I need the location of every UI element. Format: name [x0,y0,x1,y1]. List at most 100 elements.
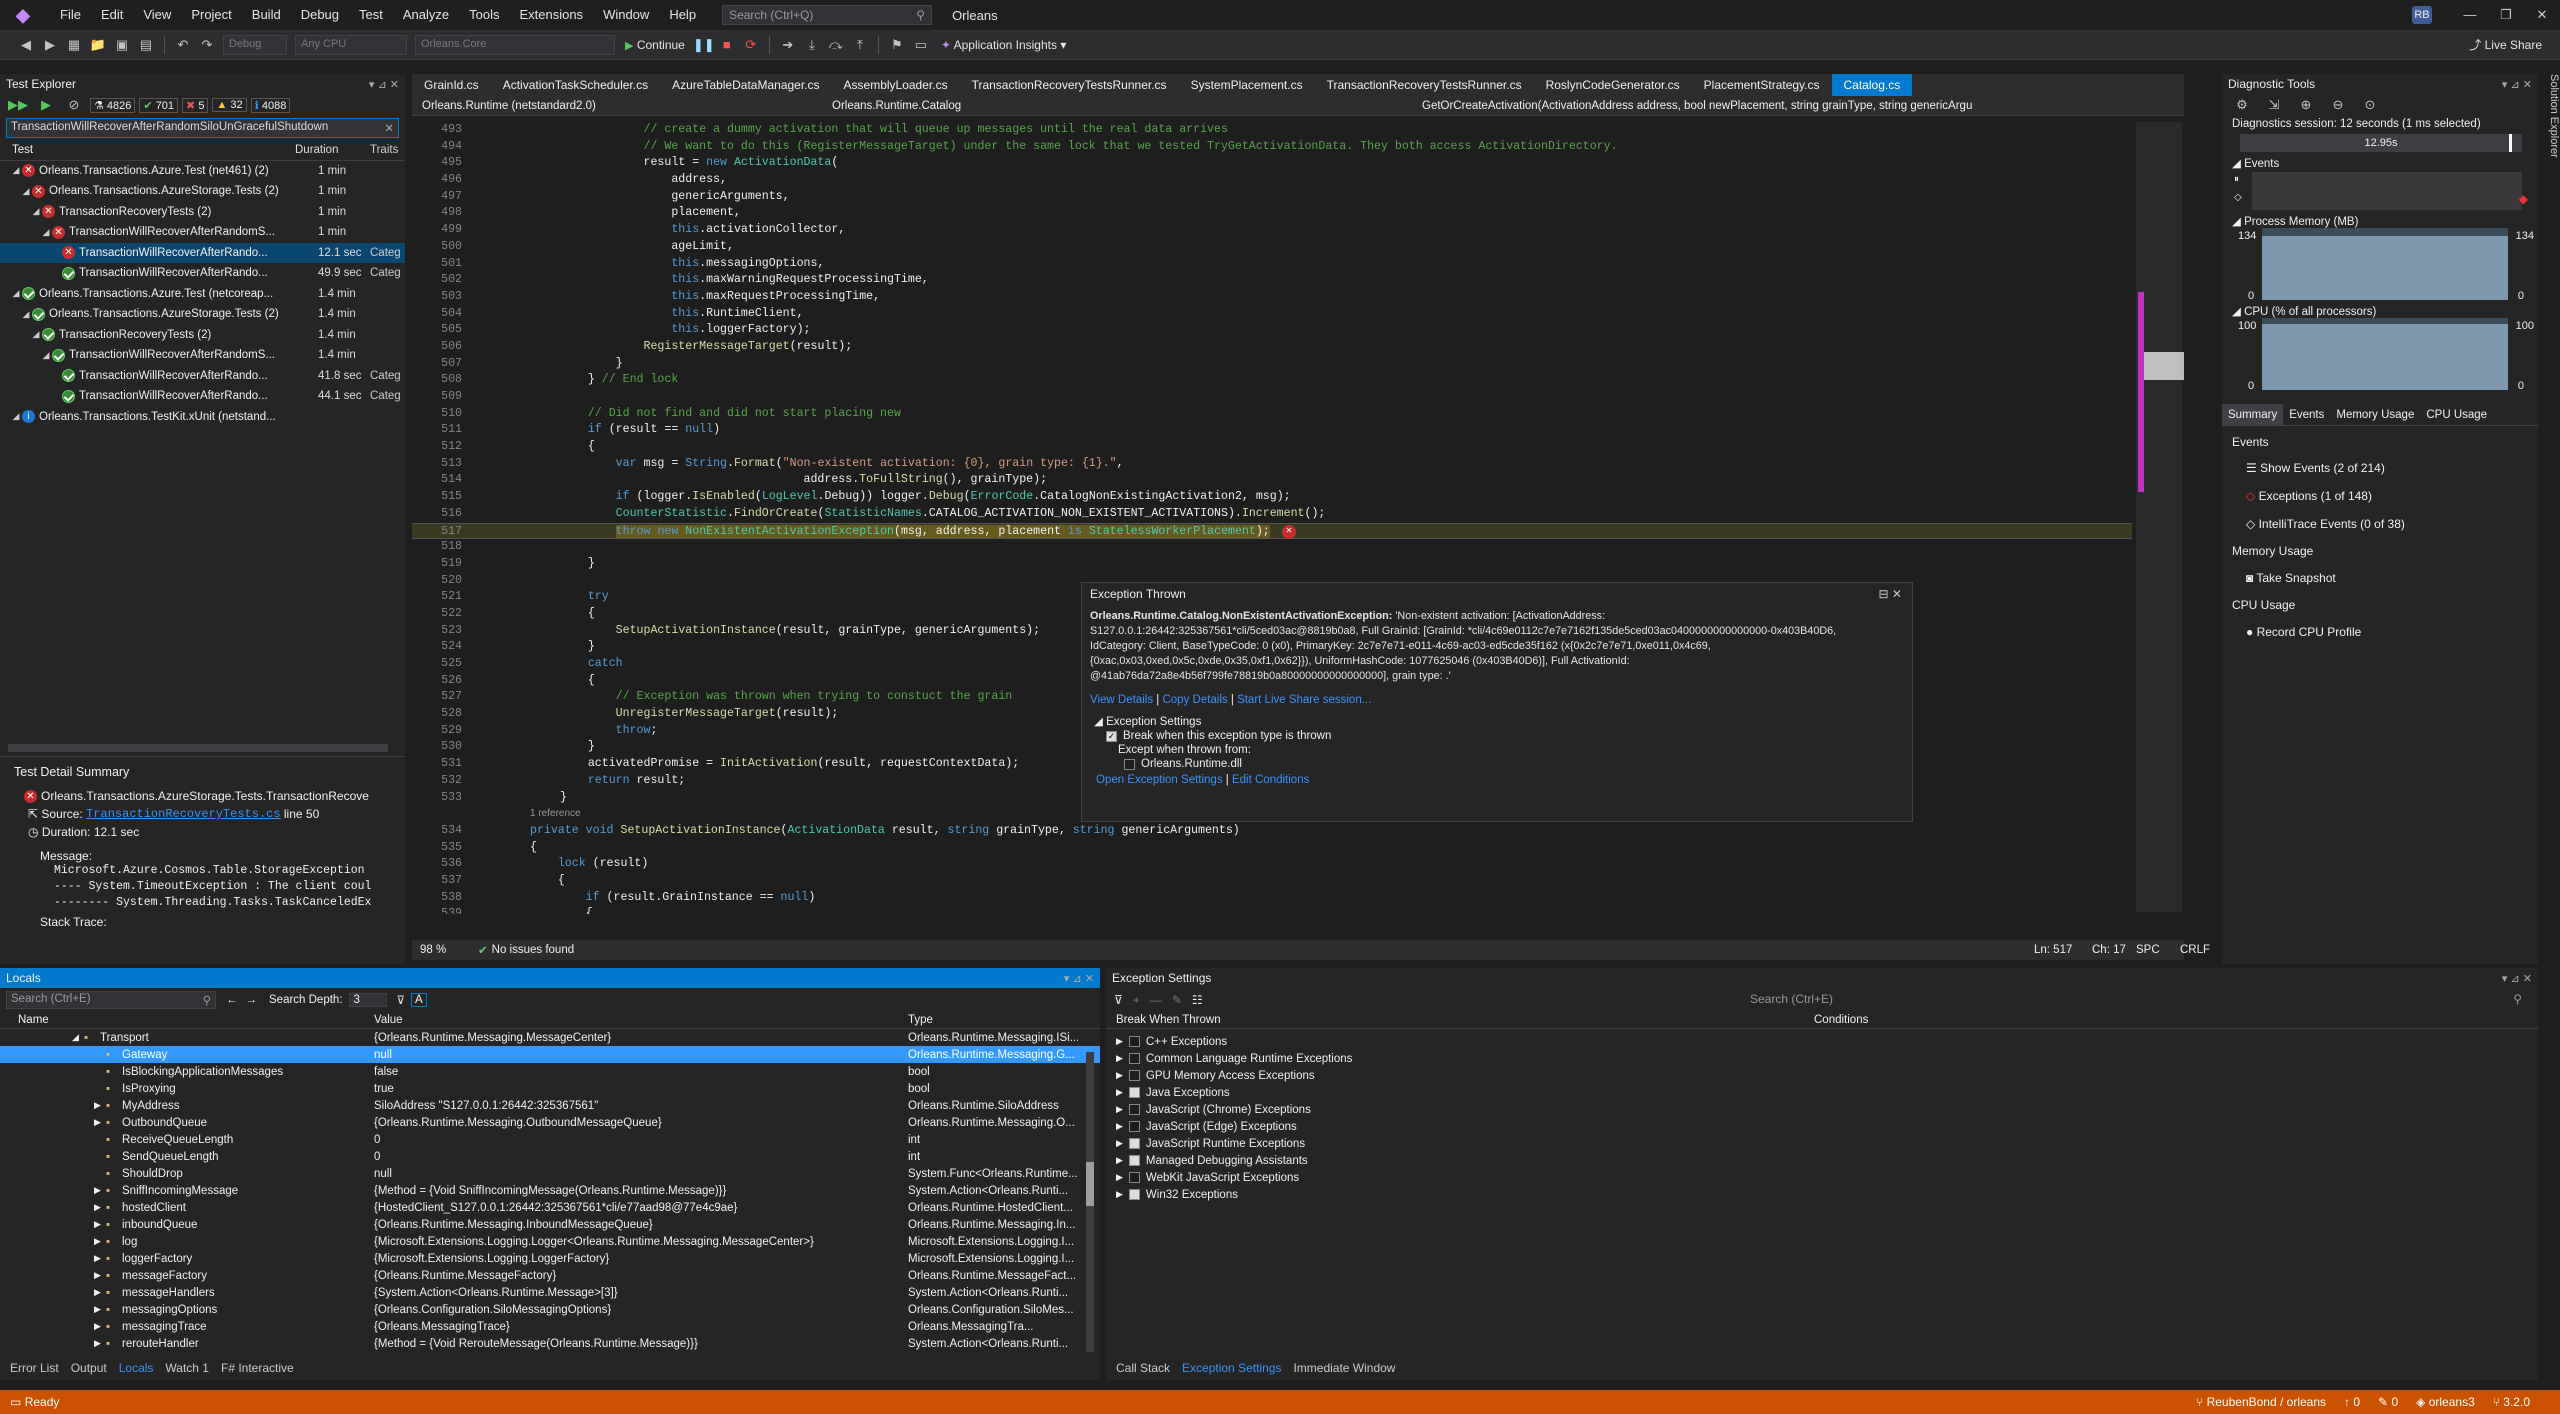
bottom-tab-locals[interactable]: Locals [113,1361,160,1375]
repo-indicator[interactable]: ⑂ ReubenBond / orleans [2196,1395,2326,1409]
reset-zoom-icon[interactable]: ⊙ [2360,95,2380,115]
locals-row[interactable]: ▶ ▪ SniffIncomingMessage {Method = {Void Sn… [0,1182,1100,1199]
locals-row[interactable]: ▶ ▪ rerouteHandler {Method = {Void RerouteM… [0,1335,1100,1352]
spacing-indicator[interactable]: SPC [2136,944,2160,956]
export-icon[interactable]: ⇲ [2264,95,2284,115]
open-icon[interactable]: 📁 [88,35,108,55]
line-ending-indicator[interactable]: CRLF [2180,944,2210,956]
locals-search-input[interactable]: Search (Ctrl+E) ⚲ [6,991,216,1009]
expand-icon[interactable]: ◢ [40,227,52,238]
bookmark-icon[interactable]: ⚑ [887,35,907,55]
view-details-link[interactable]: View Details [1090,694,1153,706]
live-share-button[interactable]: ⤴ Live Share [2469,36,2542,53]
category-checkbox[interactable] [1128,1036,1140,1047]
collapse-icon[interactable]: ◢ [2232,306,2241,318]
locals-row[interactable]: ▪ SendQueueLength 0 int [0,1148,1100,1165]
cancel-icon[interactable]: ⊘ [64,95,84,115]
category-checkbox[interactable] [1128,1138,1140,1149]
locals-row[interactable]: ▶ ▪ log {Microsoft.Extensions.Logging.Logge… [0,1233,1100,1250]
member-dropdown[interactable]: GetOrCreateActivation(ActivationAddress … [1412,100,1972,112]
pin-icon[interactable]: ▾ ⊿ ✕ [2502,972,2532,985]
editor-scrollbar-map[interactable] [2136,122,2184,912]
tab-transactionrecoverytestsrunner-cs[interactable]: TransactionRecoveryTestsRunner.cs [1315,74,1534,96]
menu-test[interactable]: Test [349,0,393,30]
locals-row[interactable]: ▶ ▪ messagingTrace {Orleans.MessagingTrace}… [0,1318,1100,1335]
bottom-tab-call-stack[interactable]: Call Stack [1110,1361,1176,1375]
expand-icon[interactable]: ◢ [40,350,52,361]
locals-row[interactable]: ▪ ReceiveQueueLength 0 int [0,1131,1100,1148]
pin-icon[interactable]: ▾ ⊿ ✕ [369,78,399,91]
show-next-statement-icon[interactable]: ➔ [778,35,798,55]
warning-tests-badge[interactable]: ▲ 32 [212,98,247,112]
test-row[interactable]: TransactionWillRecoverAfterRando... 44.1 … [0,386,405,407]
stop-icon[interactable]: ■ [717,35,737,55]
search-back-icon[interactable]: ← [226,994,238,1006]
passed-tests-badge[interactable]: ✔ 701 [139,97,179,113]
locals-row[interactable]: ▪ ShouldDrop null System.Func<Orleans.Runti… [0,1165,1100,1182]
locals-row[interactable]: ◢ ▪ Transport {Orleans.Runtime.Messaging.Me… [0,1029,1100,1046]
changes-indicator[interactable]: ✎ 0 [2378,1395,2398,1409]
bottom-tab-immediate-window[interactable]: Immediate Window [1287,1361,1401,1375]
tab-placementstrategy-cs[interactable]: PlacementStrategy.cs [1692,74,1832,96]
expand-icon[interactable]: ◢ [10,288,22,299]
locals-row[interactable]: ▶ ▪ MyAddress SiloAddress "S127.0.0.1:26442… [0,1097,1100,1114]
bottom-tab-watch-1[interactable]: Watch 1 [159,1361,215,1375]
undo-icon[interactable]: ↶ [173,35,193,55]
test-row[interactable]: ◢ ✕ TransactionWillRecoverAfterRandomS... 1… [0,222,405,243]
settings-icon[interactable]: ⚙ [2232,95,2252,115]
test-row[interactable]: ◢ ✕ Orleans.Transactions.Azure.Test (net46… [0,161,405,182]
run-icon[interactable]: ▶ [36,95,56,115]
exception-search-input[interactable]: Search (Ctrl+E) ⚲ [1746,991,2526,1009]
expand-icon[interactable]: ◢ [10,165,22,176]
config-select[interactable]: Debug [223,34,287,55]
intellitrace-link[interactable]: ◇ IntelliTrace Events (0 of 38) [2232,510,2528,538]
expand-icon[interactable]: ▶ [94,1117,101,1128]
expand-icon[interactable]: ▶ [94,1304,101,1315]
show-events-link[interactable]: ☰ Show Events (2 of 214) [2232,454,2528,482]
save-icon[interactable]: ▣ [112,35,132,55]
break-when-checkbox[interactable]: ✓ [1106,730,1117,742]
horizontal-scrollbar[interactable] [8,744,388,752]
source-link[interactable]: TransactionRecoveryTests.cs [86,807,280,821]
dll-checkbox[interactable] [1124,758,1135,770]
expand-icon[interactable]: ▶ [94,1270,101,1281]
locals-row[interactable]: ▶ ▪ loggerFactory {Microsoft.Extensions.Log… [0,1250,1100,1267]
tab-assemblyloader-cs[interactable]: AssemblyLoader.cs [832,74,960,96]
menu-extensions[interactable]: Extensions [509,0,593,30]
expand-icon[interactable]: ◢ [10,411,22,422]
menu-analyze[interactable]: Analyze [393,0,459,30]
expand-icon[interactable]: ▶ [1116,1121,1123,1132]
exception-category-row[interactable]: ▶ JavaScript Runtime Exceptions [1106,1135,2538,1152]
test-row[interactable]: ✕ TransactionWillRecoverAfterRando... 12.1… [0,242,405,263]
expand-icon[interactable]: ▶ [94,1219,101,1230]
info-tests-badge[interactable]: ℹ 4088 [250,97,291,113]
live-share-link[interactable]: Start Live Share session... [1237,694,1371,706]
category-checkbox[interactable] [1128,1087,1140,1098]
exception-category-row[interactable]: ▶ JavaScript (Edge) Exceptions [1106,1118,2538,1135]
filter-icon[interactable]: ⊽ [397,993,405,1007]
expand-icon[interactable]: ▶ [94,1236,101,1247]
exception-category-row[interactable]: ▶ Managed Debugging Assistants [1106,1152,2538,1169]
copy-details-link[interactable]: Copy Details [1162,694,1227,706]
zoom-in-icon[interactable]: ⊕ [2296,95,2316,115]
category-checkbox[interactable] [1128,1172,1140,1183]
exception-category-row[interactable]: ▶ C++ Exceptions [1106,1033,2538,1050]
test-row[interactable]: TransactionWillRecoverAfterRando... 49.9 … [0,263,405,284]
locals-row[interactable]: ▪ IsBlockingApplicationMessages false bool [0,1063,1100,1080]
menu-view[interactable]: View [133,0,181,30]
expand-icon[interactable]: ▶ [94,1100,101,1111]
test-row[interactable]: ◢ ✕ TransactionRecoveryTests (2) 1 min [0,202,405,223]
category-checkbox[interactable] [1128,1189,1140,1200]
tab-systemplacement-cs[interactable]: SystemPlacement.cs [1179,74,1315,96]
diag-tab-events[interactable]: Events [2283,404,2330,426]
menu-help[interactable]: Help [659,0,706,30]
collapse-icon[interactable]: ◢ [2232,216,2241,228]
save-all-icon[interactable]: ▤ [136,35,156,55]
close-icon[interactable]: ✕ [2524,0,2560,30]
locals-row[interactable]: ▪ Gateway null Orleans.Runtime.Messaging.G.… [0,1046,1100,1063]
expand-icon[interactable]: ◢ [30,206,42,217]
locals-row[interactable]: ▶ ▪ messageFactory {Orleans.Runtime.Message… [0,1267,1100,1284]
pin-icon[interactable]: ▾ ⊿ ✕ [1064,972,1094,985]
tab-roslyncodegenerator-cs[interactable]: RoslynCodeGenerator.cs [1534,74,1692,96]
expand-icon[interactable]: ▶ [1116,1155,1123,1166]
